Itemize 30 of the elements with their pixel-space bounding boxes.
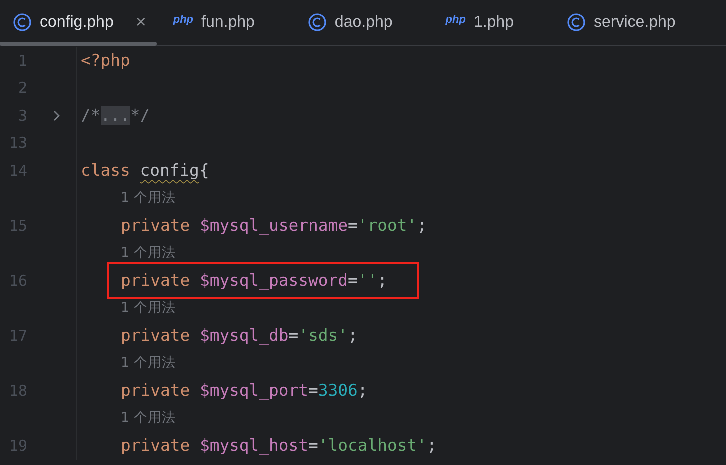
- code-line: private $mysql_host='localhost';: [121, 436, 437, 456]
- file-tab[interactable]: dao.php: [294, 0, 433, 45]
- usage-hint[interactable]: 1 个用法: [121, 189, 176, 208]
- file-tab[interactable]: service.php: [554, 0, 716, 45]
- tab-label: fun.php: [202, 14, 255, 32]
- code-line: private $mysql_username='root';: [121, 216, 427, 236]
- php-file-icon: php: [173, 14, 194, 26]
- tab-label: config.php: [40, 14, 114, 32]
- file-tab[interactable]: php fun.php: [160, 0, 295, 45]
- tab-label: 1.php: [474, 14, 514, 32]
- usage-hint[interactable]: 1 个用法: [121, 299, 176, 318]
- code-line: <?php: [81, 51, 130, 70]
- file-tab[interactable]: config.php ×: [0, 0, 160, 45]
- close-icon[interactable]: ×: [136, 12, 146, 33]
- code-line: private $mysql_password='';: [121, 271, 388, 290]
- tab-label: dao.php: [334, 14, 393, 32]
- tab-label: service.php: [594, 14, 676, 32]
- php-file-icon: php: [446, 14, 466, 26]
- class-icon: [13, 13, 32, 32]
- class-icon: [308, 13, 327, 32]
- code-line: class config{: [81, 161, 210, 180]
- code-line: private $mysql_port=3306;: [121, 381, 368, 400]
- class-icon: [566, 13, 586, 32]
- usage-hint[interactable]: 1 个用法: [121, 354, 176, 372]
- file-tab[interactable]: php 1.php: [432, 0, 554, 45]
- code-line: /*...*/: [81, 106, 150, 126]
- usage-hint[interactable]: 1 个用法: [121, 409, 176, 428]
- usage-hint[interactable]: 1 个用法: [121, 244, 176, 262]
- expand-chevron-icon[interactable]: [52, 110, 61, 122]
- code-line: private $mysql_db='sds';: [121, 326, 358, 346]
